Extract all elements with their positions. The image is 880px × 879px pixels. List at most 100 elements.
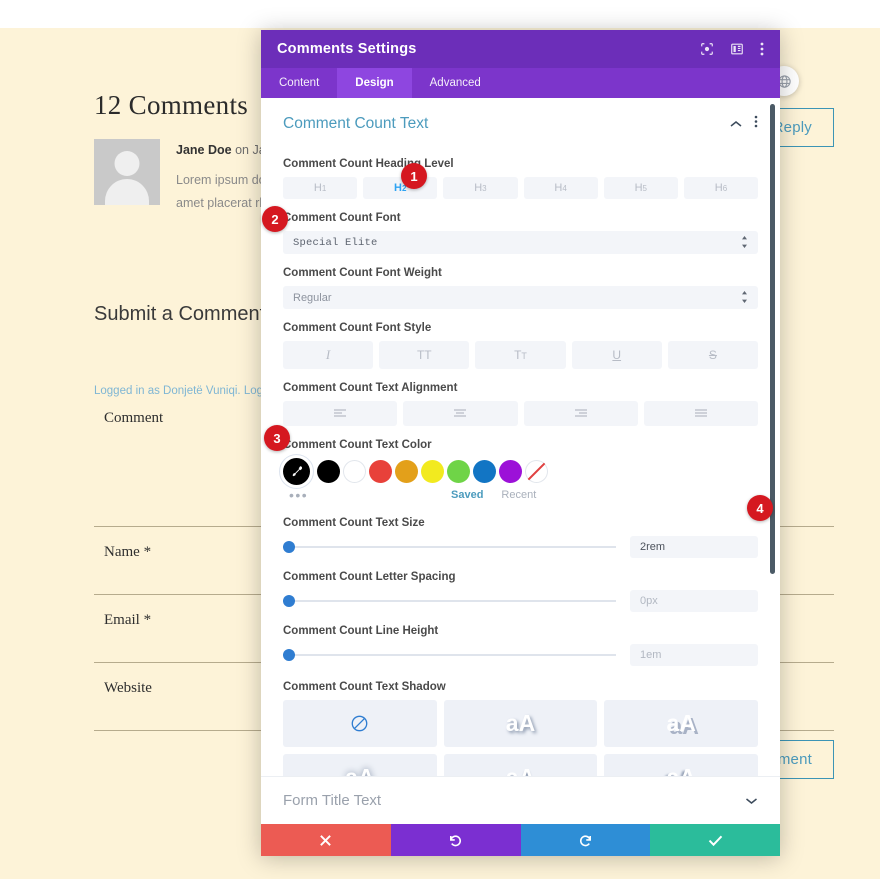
text-size-input[interactable]: 2rem <box>630 536 758 558</box>
comment-count-font-select[interactable]: Special Elite <box>283 231 758 254</box>
slider-knob[interactable] <box>283 595 295 607</box>
text-shadow-preset-4-button[interactable]: aA <box>443 754 598 776</box>
modal-header-actions <box>700 42 764 56</box>
label-comment-count-text-color: Comment Count Text Color <box>283 439 432 451</box>
heading-level-h1[interactable]: H1 <box>283 177 358 199</box>
strikethrough-button[interactable]: S <box>667 341 759 369</box>
check-icon <box>708 835 722 846</box>
saved-colors-tab[interactable]: Saved <box>451 489 483 501</box>
text-size-value: 2rem <box>640 541 666 553</box>
uppercase-button[interactable]: TT <box>379 341 470 369</box>
uppercase-icon: TT <box>416 348 432 362</box>
text-size-row: 2rem <box>283 536 758 558</box>
italic-button[interactable]: I <box>283 341 374 369</box>
text-size-slider[interactable] <box>283 540 616 554</box>
text-shadow-preset-5-button[interactable]: aA <box>604 754 758 776</box>
heading-level-h6[interactable]: H6 <box>683 177 759 199</box>
modal-title: Comments Settings <box>277 41 417 57</box>
h2-label: H <box>394 182 402 194</box>
slider-track <box>283 654 616 656</box>
layout-icon[interactable] <box>730 42 744 56</box>
color-swatch-yellow[interactable] <box>421 460 444 483</box>
capitalize-button[interactable]: TT <box>475 341 566 369</box>
color-swatch-orange[interactable] <box>395 460 418 483</box>
tab-design[interactable]: Design <box>337 68 412 98</box>
color-swatch-purple[interactable] <box>499 460 522 483</box>
strikethrough-icon: S <box>708 348 717 362</box>
align-center-icon <box>454 408 467 417</box>
align-justify-button[interactable] <box>643 401 758 426</box>
color-tabs: Saved Recent <box>283 489 758 501</box>
heading-level-h5[interactable]: H5 <box>603 177 678 199</box>
slider-knob[interactable] <box>283 649 295 661</box>
color-swatch-none[interactable] <box>525 460 548 483</box>
section-header-comment-count-text[interactable]: Comment Count Text <box>283 98 758 145</box>
color-picker-button[interactable] <box>283 458 310 485</box>
h5-sub: 5 <box>642 183 647 193</box>
spinner-arrows-icon <box>741 291 748 304</box>
label-comment-count-text-shadow: Comment Count Text Shadow <box>283 681 446 693</box>
recent-colors-tab[interactable]: Recent <box>501 489 536 501</box>
redo-icon <box>579 834 591 846</box>
line-height-input[interactable]: 1em <box>630 644 758 666</box>
letter-spacing-slider[interactable] <box>283 594 616 608</box>
redo-button[interactable] <box>520 824 651 856</box>
letter-spacing-input[interactable]: 0px <box>630 590 758 612</box>
color-swatch-green[interactable] <box>447 460 470 483</box>
align-right-button[interactable] <box>523 401 638 426</box>
target-icon[interactable] <box>700 42 714 56</box>
h1-label: H <box>313 182 322 194</box>
save-button[interactable] <box>650 824 780 856</box>
section-title-label: Comment Count Text <box>283 115 429 132</box>
text-shadow-none-button[interactable] <box>283 700 437 747</box>
label-comment-count-font-weight: Comment Count Font Weight <box>283 267 442 279</box>
comment-count-font-weight-select[interactable]: Regular <box>283 286 758 309</box>
align-left-button[interactable] <box>283 401 398 426</box>
settings-scroll-area: Comment Count Text Comment Count Heading… <box>261 98 780 776</box>
kebab-menu-icon[interactable] <box>760 42 764 56</box>
text-shadow-preset-3-button[interactable]: aA <box>283 754 437 776</box>
cancel-button[interactable] <box>261 824 391 856</box>
h4-label: H <box>554 182 563 194</box>
slider-knob[interactable] <box>283 541 295 553</box>
color-swatch-red[interactable] <box>369 460 392 483</box>
marker-4: 4 <box>747 495 773 521</box>
color-swatch-black[interactable] <box>317 460 340 483</box>
line-height-slider[interactable] <box>283 648 616 662</box>
label-comment-count-font: Comment Count Font <box>283 212 401 224</box>
capitalize-icon: TT <box>514 348 527 362</box>
letter-spacing-placeholder: 0px <box>640 595 658 607</box>
label-comment-count-text-alignment: Comment Count Text Alignment <box>283 382 458 394</box>
text-shadow-preset-2-button[interactable]: aA <box>604 700 758 747</box>
chevron-up-icon[interactable] <box>730 115 742 133</box>
line-height-placeholder: 1em <box>640 649 662 661</box>
label-comment-count-font-style: Comment Count Font Style <box>283 322 432 334</box>
marker-2: 2 <box>262 206 288 232</box>
undo-button[interactable] <box>390 824 521 856</box>
heading-level-h4[interactable]: H4 <box>523 177 598 199</box>
h6-label: H <box>714 182 723 194</box>
comment-field-label: Comment <box>104 410 164 427</box>
color-swatch-white[interactable] <box>343 460 366 483</box>
tab-content[interactable]: Content <box>261 68 337 98</box>
section-header-form-title-text[interactable]: Form Title Text <box>261 776 780 824</box>
heading-level-h3[interactable]: H3 <box>443 177 518 199</box>
align-justify-icon <box>694 408 707 417</box>
kebab-menu-icon[interactable] <box>754 115 758 133</box>
underline-button[interactable]: U <box>571 341 662 369</box>
shadow-hard-icon: aA <box>666 710 696 736</box>
tab-advanced[interactable]: Advanced <box>412 68 499 98</box>
no-shadow-icon <box>351 715 368 732</box>
color-swatch-blue[interactable] <box>473 460 496 483</box>
text-alignment-group <box>283 401 758 426</box>
modal-body: Comment Count Text Comment Count Heading… <box>261 98 780 776</box>
modal-action-bar <box>261 824 780 856</box>
text-shadow-group: aA aA aA aA aA <box>283 700 758 776</box>
eyedropper-icon <box>292 466 303 477</box>
comment-author: Jane Doe <box>176 143 232 157</box>
color-swatch-row <box>283 458 758 485</box>
slider-track <box>283 546 616 548</box>
text-shadow-preset-1-button[interactable]: aA <box>443 700 598 747</box>
chevron-down-icon[interactable] <box>745 792 758 809</box>
align-center-button[interactable] <box>403 401 518 426</box>
